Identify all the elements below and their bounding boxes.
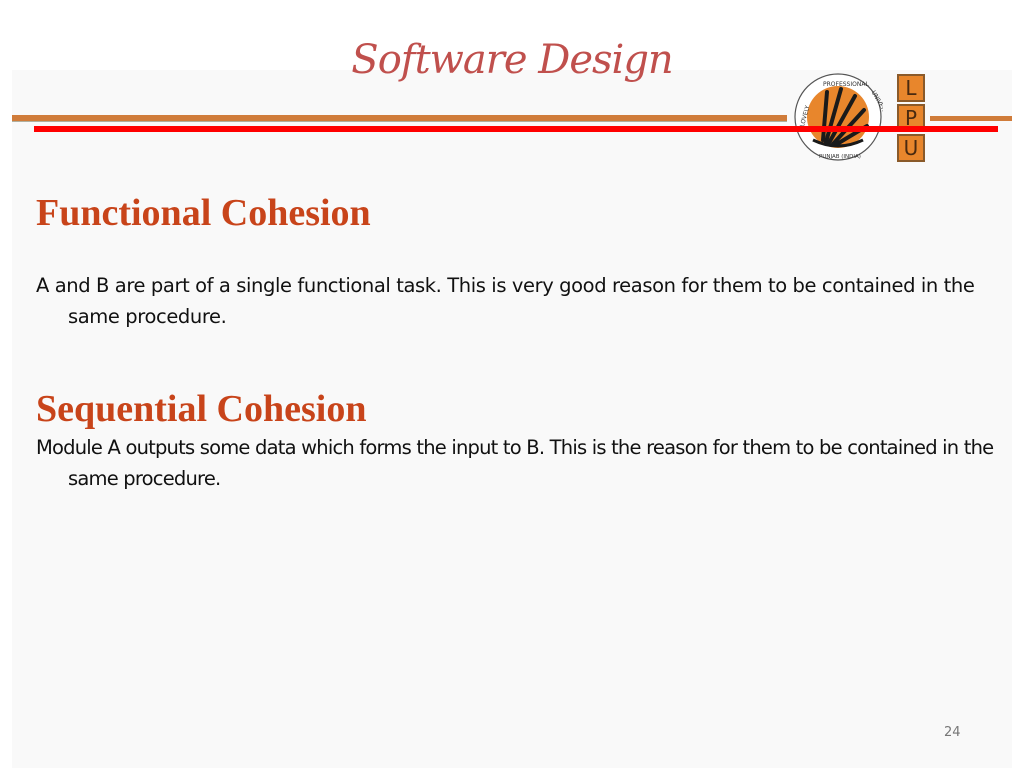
lpu-logo: L P U — [897, 74, 925, 164]
section-heading-functional-cohesion: Functional Cohesion — [36, 192, 371, 234]
university-seal-icon: PROFESSIONAL LOVELY UNIVERSITY PUNJAB (I… — [794, 73, 883, 161]
page-number: 24 — [944, 725, 961, 740]
section-heading-sequential-cohesion: Sequential Cohesion — [36, 388, 367, 430]
header-rule-orange-left — [12, 115, 787, 122]
lpu-letter-u: U — [897, 134, 925, 162]
section-text-functional-cohesion: A and B are part of a single functional … — [36, 274, 975, 328]
header-rule-red — [34, 126, 998, 132]
slide-title: Software Design — [351, 37, 673, 83]
seal-text-bottom: PUNJAB (INDIA) — [819, 154, 861, 160]
slide: Software Design PROFESSIONAL LOVELY UNIV… — [0, 0, 1024, 768]
header-rule-orange-right — [930, 116, 1012, 121]
seal-text-top: PROFESSIONAL — [823, 81, 869, 88]
section-text-sequential-cohesion: Module A outputs some data which forms t… — [36, 436, 994, 490]
